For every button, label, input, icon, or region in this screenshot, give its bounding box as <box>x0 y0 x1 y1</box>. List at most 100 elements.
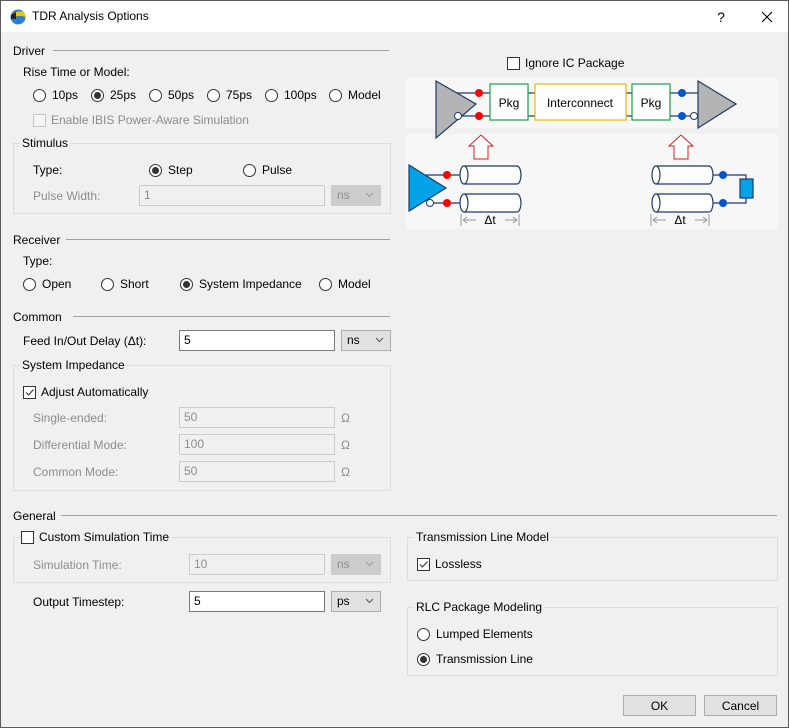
termination-resistor-icon <box>739 178 754 199</box>
adjust-automatically-checkbox[interactable]: Adjust Automatically <box>23 385 148 399</box>
radio-label: 10ps <box>52 88 79 102</box>
radio-indicator <box>23 277 36 291</box>
checkbox-label: Adjust Automatically <box>41 385 149 399</box>
select-value: ns <box>347 333 360 347</box>
rlc-package-group-title: RLC Package Modeling <box>414 600 545 614</box>
window-title: TDR Analysis Options <box>32 9 149 23</box>
ohm-unit: Ω <box>341 411 350 425</box>
checkmark-icon <box>419 560 428 568</box>
checkbox-indicator <box>21 530 34 544</box>
common-section-title: Common <box>13 310 62 324</box>
checkbox-indicator <box>23 385 36 399</box>
pulse-width-label: Pulse Width: <box>33 189 101 203</box>
source-port-icon <box>443 199 451 207</box>
help-button[interactable]: ? <box>701 1 741 32</box>
rise-option-25ps[interactable]: 25ps <box>91 88 136 102</box>
common-mode-input[interactable]: 50 <box>179 461 335 482</box>
transmission-line-radio[interactable]: Transmission Line <box>417 652 533 666</box>
single-ended-label: Single-ended: <box>33 411 108 425</box>
radio-indicator <box>243 163 256 177</box>
single-ended-input[interactable]: 50 <box>179 407 335 428</box>
custom-sim-time-checkbox[interactable]: Custom Simulation Time <box>21 530 173 544</box>
ibis-power-aware-checkbox[interactable]: Enable IBIS Power-Aware Simulation <box>33 113 249 127</box>
lumped-elements-radio[interactable]: Lumped Elements <box>417 627 533 641</box>
driver-port-icon <box>475 89 483 97</box>
source-port-icon <box>443 171 451 179</box>
driver-section-title: Driver <box>13 44 45 58</box>
receiver-port-icon <box>678 89 686 97</box>
rise-option-75ps[interactable]: 75ps <box>207 88 252 102</box>
select-value: ps <box>337 594 350 608</box>
tdr-analysis-options-dialog: TDR Analysis Options ? Driver Rise Time … <box>0 0 789 728</box>
stimulus-step-radio[interactable]: Step <box>149 163 193 177</box>
tdr-topology-diagram: Pkg Interconnect Pkg Δt Δt <box>406 78 778 229</box>
radio-label: Open <box>42 277 72 291</box>
stimulus-group-title: Stimulus <box>20 136 71 150</box>
common-divider <box>73 316 390 317</box>
radio-indicator <box>319 277 332 291</box>
stimulus-pulse-radio[interactable]: Pulse <box>243 163 292 177</box>
radio-indicator <box>149 163 162 177</box>
chevron-down-icon <box>365 561 374 567</box>
radio-indicator <box>329 88 342 102</box>
checkmark-icon <box>25 388 34 396</box>
radio-label: Lumped Elements <box>436 627 533 641</box>
ignore-ic-package-checkbox[interactable]: Ignore IC Package <box>507 56 624 70</box>
common-mode-label: Common Mode: <box>33 465 119 479</box>
pulse-width-unit-select[interactable]: ns <box>331 185 381 206</box>
pulse-width-input[interactable]: 1 <box>139 185 325 206</box>
lossless-checkbox[interactable]: Lossless <box>417 557 482 571</box>
feed-delay-unit-select[interactable]: ns <box>341 330 391 351</box>
interconnect-label: Interconnect <box>547 96 614 110</box>
stimulus-type-label: Type: <box>33 163 63 177</box>
receiver-system-impedance-radio[interactable]: System Impedance <box>180 277 302 291</box>
radio-label: Short <box>120 277 149 291</box>
close-button[interactable] <box>747 1 787 32</box>
radio-label: Model <box>338 277 371 291</box>
output-timestep-unit-select[interactable]: ps <box>331 591 381 612</box>
inverting-bubble-icon <box>690 112 698 120</box>
cancel-button[interactable]: Cancel <box>704 695 777 716</box>
radio-label: 75ps <box>226 88 253 102</box>
system-impedance-group-title: System Impedance <box>20 358 127 372</box>
radio-indicator <box>417 627 430 641</box>
receiver-type-label: Type: <box>23 254 53 268</box>
delta-t-left-label: Δt <box>484 213 496 227</box>
simulation-time-unit-select[interactable]: ns <box>331 554 381 575</box>
pkg-left-label: Pkg <box>499 96 520 110</box>
inverting-bubble-icon <box>454 112 462 120</box>
rise-option-model[interactable]: Model <box>329 88 381 102</box>
simulation-time-label: Simulation Time: <box>33 558 122 572</box>
feed-delay-input[interactable]: 5 <box>179 330 335 351</box>
radio-label: 50ps <box>168 88 195 102</box>
radio-indicator <box>149 88 162 102</box>
radio-label: Transmission Line <box>436 652 533 666</box>
general-section-title: General <box>13 509 56 523</box>
differential-mode-label: Differential Mode: <box>33 438 127 452</box>
rise-option-10ps[interactable]: 10ps <box>33 88 78 102</box>
radio-label: 100ps <box>284 88 317 102</box>
ok-button[interactable]: OK <box>623 695 696 716</box>
ohm-unit: Ω <box>341 438 350 452</box>
receiver-open-radio[interactable]: Open <box>23 277 71 291</box>
simulation-time-input[interactable]: 10 <box>189 554 325 575</box>
output-timestep-input[interactable]: 5 <box>189 591 325 612</box>
rise-option-100ps[interactable]: 100ps <box>265 88 317 102</box>
radio-label: 25ps <box>110 88 137 102</box>
receiver-short-radio[interactable]: Short <box>101 277 149 291</box>
title-bar: TDR Analysis Options ? <box>1 1 788 32</box>
checkbox-label: Enable IBIS Power-Aware Simulation <box>51 113 249 127</box>
receiver-port-icon <box>678 112 686 120</box>
tline-model-group-title: Transmission Line Model <box>414 530 551 544</box>
radio-indicator <box>265 88 278 102</box>
driver-port-icon <box>475 112 483 120</box>
differential-mode-input[interactable]: 100 <box>179 434 335 455</box>
radio-label: Model <box>348 88 381 102</box>
radio-indicator <box>180 277 193 291</box>
checkbox-indicator <box>33 113 46 127</box>
checkbox-label: Lossless <box>435 557 482 571</box>
rise-option-50ps[interactable]: 50ps <box>149 88 194 102</box>
load-port-icon <box>719 199 727 207</box>
ohm-unit: Ω <box>341 465 350 479</box>
receiver-model-radio[interactable]: Model <box>319 277 371 291</box>
